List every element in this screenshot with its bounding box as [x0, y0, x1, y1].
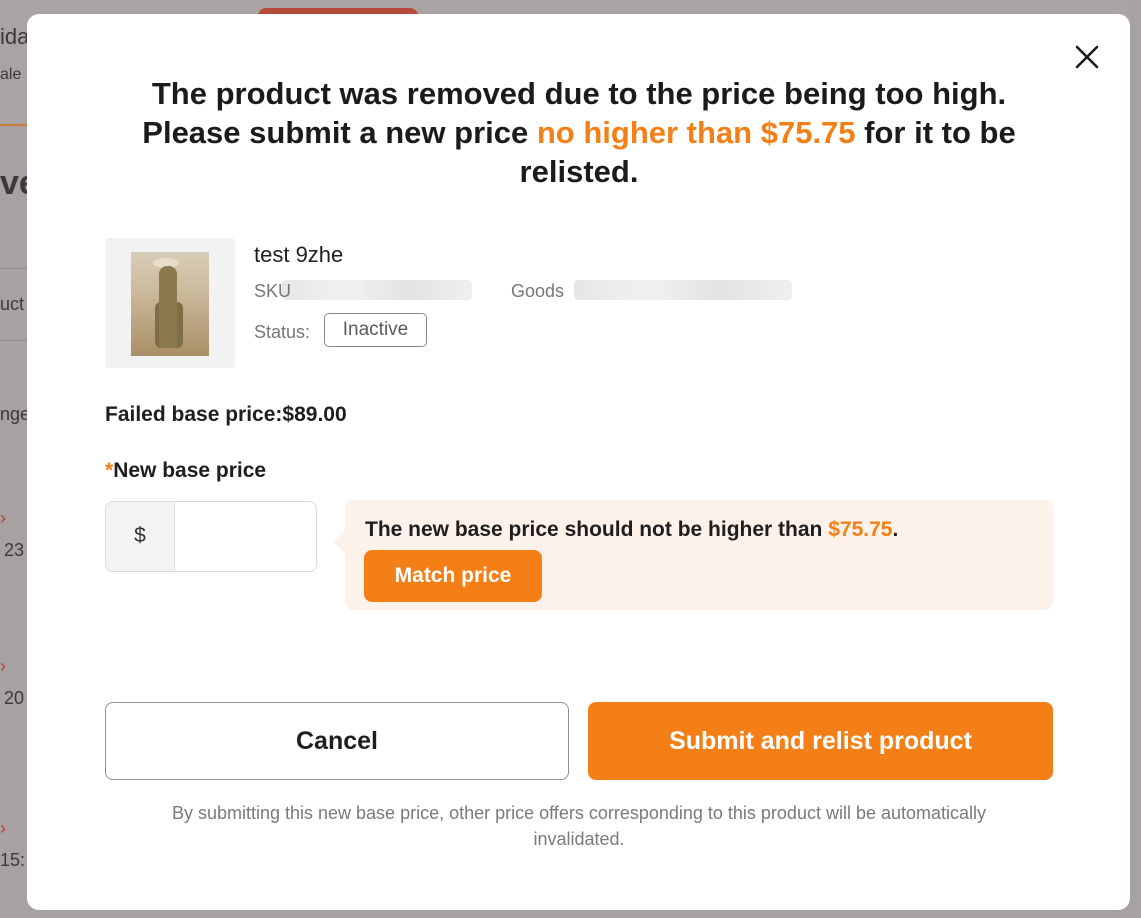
- background-text: nge: [0, 404, 31, 424]
- background-right-edge: [1130, 0, 1141, 918]
- new-price-field: $: [105, 501, 317, 572]
- title-text: for it to be: [855, 115, 1016, 150]
- hint-text: The new base price should not be higher …: [365, 518, 829, 541]
- background-chevron-icon: ›: [0, 508, 6, 528]
- hint-text: .: [892, 518, 899, 541]
- modal-title-line: relisted.: [519, 154, 639, 189]
- product-name: test 9zhe: [254, 242, 344, 267]
- match-price-button[interactable]: Match price: [364, 550, 542, 602]
- close-icon: [1075, 45, 1099, 69]
- product-image: [105, 238, 235, 368]
- background-text: 20: [4, 688, 25, 708]
- photo-detail: [159, 266, 177, 348]
- required-mark: *: [105, 459, 114, 482]
- price-limit-highlight: no higher than $75.75: [536, 115, 856, 150]
- background-chevron-icon: ›: [0, 818, 6, 838]
- background-divider: [0, 340, 30, 341]
- background-text: ale: [0, 66, 22, 83]
- hint-price-highlight: $75.75: [828, 518, 893, 541]
- background-divider: [0, 268, 30, 269]
- price-hint-box: The new base price should not be higher …: [333, 500, 1053, 610]
- product-photo: [131, 252, 209, 356]
- cancel-button[interactable]: Cancel: [105, 702, 569, 780]
- relist-product-modal: The product was removed due to the price…: [27, 14, 1130, 910]
- title-text: Please submit a new price: [142, 115, 537, 150]
- modal-title: The product was removed due to the price…: [107, 74, 1051, 191]
- sku-label: SKU: [254, 281, 292, 301]
- background-chevron-icon: ›: [0, 656, 6, 676]
- status-label: Status:: [254, 322, 311, 342]
- background-text: 15:: [0, 850, 26, 870]
- status-badge: Inactive: [324, 313, 427, 347]
- failed-base-price: Failed base price:$89.00: [105, 403, 347, 426]
- new-base-price-label: *New base price: [105, 459, 266, 483]
- currency-prefix: $: [106, 502, 175, 571]
- background-text: uct: [0, 294, 25, 314]
- footer-disclaimer: By submitting this new base price, other…: [171, 803, 987, 849]
- modal-title-line: Please submit a new price no higher than…: [107, 113, 1051, 152]
- background-text: ida: [0, 24, 30, 49]
- sku-redacted: [282, 280, 472, 300]
- price-hint-text: The new base price should not be higher …: [365, 518, 898, 542]
- goods-label: Goods: [511, 281, 565, 301]
- modal-title-line: The product was removed due to the price…: [151, 76, 1007, 111]
- new-price-input[interactable]: [176, 502, 314, 571]
- label-text: New base price: [113, 459, 267, 482]
- background-text: 23: [4, 540, 25, 560]
- close-button[interactable]: [1072, 42, 1102, 72]
- goods-id-redacted: [574, 280, 792, 300]
- submit-relist-button[interactable]: Submit and relist product: [588, 702, 1053, 780]
